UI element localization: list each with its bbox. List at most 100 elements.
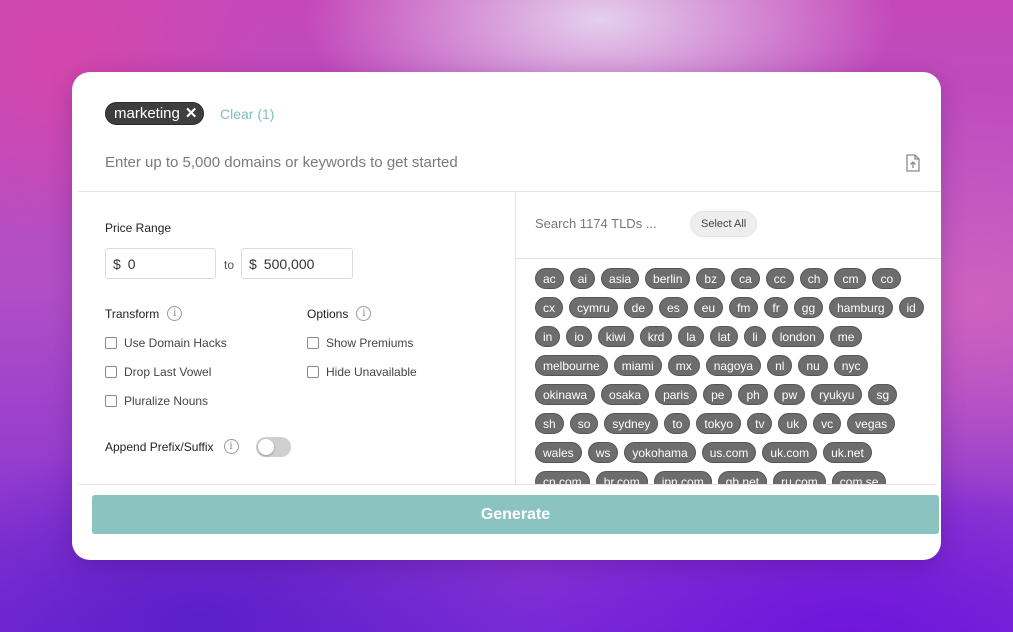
- tld-chip[interactable]: sydney: [604, 413, 659, 434]
- tld-chip[interactable]: vegas: [847, 413, 896, 434]
- tld-chip[interactable]: asia: [601, 268, 640, 289]
- min-price-field[interactable]: $: [105, 248, 216, 279]
- currency-symbol: $: [249, 255, 257, 272]
- hide-unavailable-checkbox[interactable]: [307, 366, 319, 378]
- divider: [78, 484, 935, 485]
- currency-symbol: $: [113, 255, 121, 272]
- min-price-input[interactable]: [127, 255, 198, 272]
- tld-chip[interactable]: nl: [767, 355, 793, 376]
- tld-chip[interactable]: uk.net: [823, 442, 872, 463]
- tld-chip[interactable]: co: [872, 268, 902, 289]
- tld-chip[interactable]: us.com: [701, 442, 757, 463]
- tld-chip[interactable]: cn.com: [535, 471, 590, 485]
- transform-heading: Transform i: [105, 306, 183, 321]
- tld-chip[interactable]: gb.net: [717, 471, 768, 485]
- tld-chip[interactable]: io: [566, 326, 592, 347]
- remove-keyword-icon[interactable]: ✕: [185, 106, 198, 121]
- tld-chip[interactable]: london: [771, 326, 824, 347]
- info-icon[interactable]: i: [167, 306, 183, 321]
- tld-chip[interactable]: cx: [535, 297, 563, 318]
- tld-search-input[interactable]: [535, 216, 685, 231]
- tld-chip[interactable]: br.com: [595, 471, 648, 485]
- max-price-field[interactable]: $: [241, 248, 353, 279]
- tld-chip[interactable]: wales: [535, 442, 582, 463]
- drop-last-vowel-checkbox[interactable]: [105, 366, 117, 378]
- tld-chip[interactable]: id: [898, 297, 924, 318]
- tld-chip[interactable]: ai: [569, 268, 596, 289]
- use-domain-hacks-option[interactable]: Use Domain Hacks: [105, 336, 227, 350]
- pluralize-nouns-checkbox[interactable]: [105, 395, 117, 407]
- tld-chip[interactable]: in: [535, 326, 561, 347]
- tld-chip[interactable]: cm: [834, 268, 867, 289]
- keyword-chip-label: marketing: [114, 105, 180, 122]
- show-premiums-option[interactable]: Show Premiums: [307, 336, 413, 350]
- upload-file-icon[interactable]: [905, 154, 921, 172]
- tld-chip[interactable]: uk.com: [762, 442, 818, 463]
- tld-chip[interactable]: paris: [655, 384, 698, 405]
- append-toggle[interactable]: [256, 437, 291, 457]
- price-range-label: Price Range: [105, 221, 172, 235]
- tld-chip[interactable]: pe: [703, 384, 733, 405]
- tld-chip[interactable]: ws: [587, 442, 619, 463]
- tld-chip[interactable]: li: [744, 326, 766, 347]
- tld-chip[interactable]: la: [678, 326, 704, 347]
- tld-chip[interactable]: so: [569, 413, 599, 434]
- append-label: Append Prefix/Suffix: [105, 439, 214, 454]
- tld-chip[interactable]: pw: [773, 384, 806, 405]
- tld-chip[interactable]: hamburg: [829, 297, 893, 318]
- tld-chip[interactable]: sh: [535, 413, 564, 434]
- tld-chip[interactable]: lat: [709, 326, 739, 347]
- tld-chip[interactable]: nagoya: [705, 355, 762, 376]
- show-premiums-checkbox[interactable]: [307, 337, 319, 349]
- tld-chip[interactable]: ch: [799, 268, 829, 289]
- tld-chip[interactable]: ru.com: [773, 471, 826, 485]
- tld-chip[interactable]: tokyo: [696, 413, 742, 434]
- tld-chip[interactable]: krd: [639, 326, 673, 347]
- generate-button[interactable]: Generate: [92, 495, 939, 534]
- pluralize-nouns-option[interactable]: Pluralize Nouns: [105, 394, 208, 408]
- clear-keywords-link[interactable]: Clear (1): [220, 106, 274, 122]
- tld-chip[interactable]: berlin: [645, 268, 691, 289]
- keyword-input[interactable]: [105, 150, 865, 174]
- tld-chip[interactable]: ryukyu: [811, 384, 863, 405]
- tld-chip[interactable]: vc: [813, 413, 842, 434]
- tld-chip[interactable]: melbourne: [535, 355, 608, 376]
- info-icon[interactable]: i: [356, 306, 372, 321]
- keyword-chip[interactable]: marketing ✕: [105, 102, 205, 125]
- tld-chip[interactable]: osaka: [601, 384, 650, 405]
- tld-chip[interactable]: cc: [765, 268, 794, 289]
- tld-chip[interactable]: kiwi: [597, 326, 634, 347]
- tld-chip[interactable]: bz: [696, 268, 726, 289]
- append-heading: Append Prefix/Suffix i: [105, 439, 239, 454]
- max-price-input[interactable]: [263, 255, 334, 272]
- tld-chip[interactable]: de: [623, 297, 654, 318]
- tld-chip[interactable]: mx: [667, 355, 700, 376]
- tld-chip[interactable]: to: [664, 413, 691, 434]
- tld-chip[interactable]: cymru: [569, 297, 618, 318]
- tld-chip[interactable]: es: [659, 297, 688, 318]
- tld-chip[interactable]: ac: [535, 268, 564, 289]
- tld-chip[interactable]: yokohama: [624, 442, 696, 463]
- tld-chip[interactable]: okinawa: [535, 384, 596, 405]
- hide-unavailable-option[interactable]: Hide Unavailable: [307, 365, 417, 379]
- use-domain-hacks-checkbox[interactable]: [105, 337, 117, 349]
- tld-chip[interactable]: sg: [868, 384, 898, 405]
- tld-chip[interactable]: eu: [693, 297, 724, 318]
- tld-chip[interactable]: fm: [729, 297, 759, 318]
- tld-chip[interactable]: nyc: [833, 355, 869, 376]
- select-all-button[interactable]: Select All: [690, 211, 758, 237]
- drop-last-vowel-option[interactable]: Drop Last Vowel: [105, 365, 211, 379]
- tld-chip[interactable]: gg: [793, 297, 824, 318]
- tld-chip[interactable]: ph: [738, 384, 768, 405]
- tld-chip[interactable]: fr: [764, 297, 788, 318]
- tld-chip[interactable]: me: [829, 326, 863, 347]
- tld-chip[interactable]: ca: [731, 268, 760, 289]
- tld-chip[interactable]: com.se: [831, 471, 887, 485]
- tld-chip[interactable]: miami: [613, 355, 662, 376]
- tld-chip[interactable]: tv: [747, 413, 773, 434]
- info-icon[interactable]: i: [223, 439, 239, 454]
- price-to-label: to: [224, 258, 235, 272]
- tld-chip[interactable]: nu: [798, 355, 828, 376]
- tld-chip[interactable]: jpn.com: [653, 471, 712, 485]
- tld-chip[interactable]: uk: [778, 413, 808, 434]
